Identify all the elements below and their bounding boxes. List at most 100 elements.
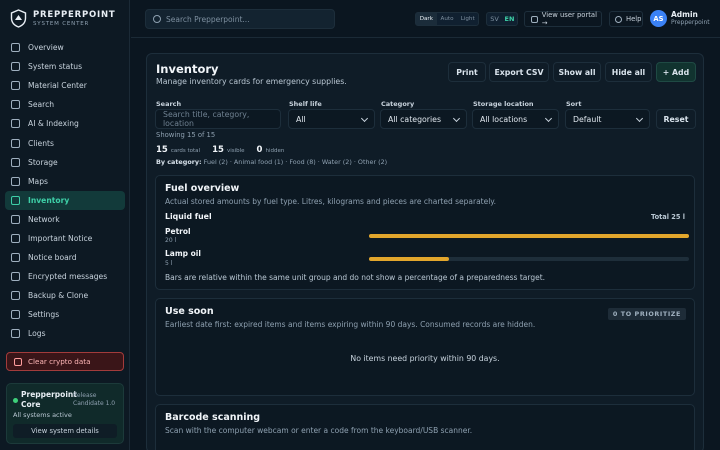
shelf-life-value: All bbox=[296, 114, 306, 124]
total-label: cards total bbox=[170, 148, 201, 154]
sidebar-item-clients[interactable]: Clients bbox=[5, 133, 125, 152]
shelf-life-select[interactable]: All bbox=[288, 109, 375, 129]
lang-sv[interactable]: SV bbox=[487, 15, 502, 23]
help-label: Help bbox=[626, 15, 642, 23]
sidebar-item-label: Overview bbox=[28, 43, 64, 53]
sidebar-item-backup-clone[interactable]: Backup & Clone bbox=[5, 286, 125, 305]
sidebar-item-system-status[interactable]: System status bbox=[5, 57, 125, 76]
visible-label: visible bbox=[226, 148, 245, 154]
inventory-icon bbox=[11, 195, 20, 205]
core-name: Prepperpoint Core bbox=[21, 390, 77, 409]
location-value: All locations bbox=[480, 114, 528, 124]
lang-en[interactable]: EN bbox=[502, 15, 517, 23]
clear-crypto-label: Clear crypto data bbox=[28, 357, 91, 366]
theme-light[interactable]: Light bbox=[457, 13, 478, 25]
sidebar-item-storage[interactable]: Storage bbox=[5, 153, 125, 172]
sidebar-item-label: Notice board bbox=[28, 253, 77, 263]
sidebar-item-label: Material Center bbox=[28, 81, 87, 91]
clear-crypto-button[interactable]: Clear crypto data bbox=[6, 352, 124, 371]
map-icon bbox=[11, 176, 20, 186]
fuel-note: Bars are relative within the same unit g… bbox=[165, 273, 546, 282]
storage-location-select[interactable]: All locations bbox=[472, 109, 559, 129]
visible-count: 15 bbox=[212, 145, 224, 155]
sidebar-item-settings[interactable]: Settings bbox=[5, 305, 125, 324]
shelf-life-label: Shelf life bbox=[289, 100, 322, 108]
hidden-count: 0 bbox=[256, 145, 263, 155]
shield-logo-icon bbox=[10, 9, 27, 28]
sidebar-item-overview[interactable]: Overview bbox=[5, 38, 125, 57]
chevron-down-icon bbox=[360, 114, 369, 123]
help-icon bbox=[615, 15, 622, 23]
view-system-details-button[interactable]: View system details bbox=[13, 424, 117, 438]
by-category-values: Fuel (2) · Animal food (1) · Food (8) · … bbox=[203, 158, 388, 166]
chevron-down-icon bbox=[635, 114, 644, 123]
sidebar-item-label: Network bbox=[28, 214, 60, 224]
sidebar-item-label: Search bbox=[28, 100, 55, 110]
sidebar-item-label: Backup & Clone bbox=[28, 291, 89, 301]
theme-auto[interactable]: Auto bbox=[437, 13, 458, 25]
sidebar-item-label: Settings bbox=[28, 310, 60, 320]
user-name: Admin bbox=[671, 10, 698, 19]
sidebar-item-label: Inventory bbox=[28, 195, 70, 205]
fuel-overview-title: Fuel overview bbox=[165, 183, 240, 194]
category-select[interactable]: All categories bbox=[380, 109, 467, 129]
hidden-label: hidden bbox=[265, 148, 285, 154]
portal-label: View user portal → bbox=[541, 11, 597, 27]
fuel-group-name: Liquid fuel bbox=[165, 212, 212, 221]
sidebar-item-encrypted-messages[interactable]: Encrypted messages bbox=[5, 267, 125, 286]
global-search-input[interactable]: Search Prepperpoint... bbox=[145, 9, 335, 29]
use-soon-subtitle: Earliest date first: expired items and i… bbox=[165, 320, 536, 329]
fuel-item-name: Lamp oil bbox=[165, 249, 201, 258]
sidebar-nav: Overview System status Material Center Sear… bbox=[5, 38, 125, 344]
sort-select[interactable]: Default bbox=[565, 109, 650, 129]
show-all-button[interactable]: Show all bbox=[553, 62, 601, 82]
core-status-card: Prepperpoint Core Release Candidate 1.0 … bbox=[6, 383, 124, 444]
copy-icon bbox=[11, 291, 20, 301]
sidebar-item-notice-board[interactable]: Notice board bbox=[5, 248, 125, 267]
add-button[interactable]: + Add bbox=[656, 62, 696, 82]
sidebar-item-important-notice[interactable]: Important Notice bbox=[5, 229, 125, 248]
view-user-portal-button[interactable]: View user portal → bbox=[524, 11, 602, 27]
sidebar-item-label: Maps bbox=[28, 176, 48, 186]
inventory-search-input[interactable]: Search title, category, location bbox=[155, 109, 281, 129]
page-title: Inventory bbox=[156, 62, 219, 76]
fuel-group-total: Total 25 l bbox=[650, 213, 685, 221]
sidebar-item-inventory[interactable]: Inventory bbox=[5, 190, 125, 210]
prioritize-badge: 0 TO PRIORITIZE bbox=[607, 308, 686, 320]
theme-dark[interactable]: Dark bbox=[416, 13, 437, 25]
avatar[interactable]: AS bbox=[650, 10, 667, 27]
barcode-title: Barcode scanning bbox=[165, 412, 261, 423]
sidebar-item-search[interactable]: Search bbox=[5, 95, 125, 114]
sidebar-item-ai-indexing[interactable]: AI & Indexing bbox=[5, 114, 125, 133]
page-subtitle: Manage inventory cards for emergency sup… bbox=[156, 77, 347, 86]
print-button[interactable]: Print bbox=[448, 62, 486, 82]
sidebar-item-label: AI & Indexing bbox=[28, 119, 79, 129]
fuel-bar-track bbox=[369, 234, 689, 238]
fuel-bar-fill bbox=[369, 257, 449, 261]
clipboard-icon bbox=[11, 253, 20, 263]
sidebar-item-material-center[interactable]: Material Center bbox=[5, 76, 125, 95]
core-status: All systems active bbox=[13, 411, 72, 419]
sidebar-item-label: Logs bbox=[28, 329, 46, 339]
sidebar-item-label: Clients bbox=[28, 138, 54, 148]
sidebar-item-maps[interactable]: Maps bbox=[5, 172, 125, 191]
chevron-down-icon bbox=[452, 114, 461, 123]
sidebar: PREPPERPOINT SYSTEM CENTER Overview Syste… bbox=[0, 0, 130, 450]
sidebar-item-label: Storage bbox=[28, 157, 58, 167]
by-category: By category: Fuel (2) · Animal food (1) … bbox=[156, 158, 387, 166]
category-value: All categories bbox=[388, 114, 442, 124]
core-release: Release Candidate 1.0 bbox=[73, 392, 116, 407]
export-csv-button[interactable]: Export CSV bbox=[489, 62, 549, 82]
users-icon bbox=[11, 138, 20, 148]
hide-all-button[interactable]: Hide all bbox=[605, 62, 652, 82]
search-icon bbox=[153, 15, 161, 23]
sparkle-icon bbox=[11, 119, 20, 129]
sidebar-item-logs[interactable]: Logs bbox=[5, 324, 125, 343]
file-icon bbox=[11, 329, 20, 339]
sidebar-item-label: Important Notice bbox=[28, 233, 93, 243]
help-button[interactable]: Help bbox=[609, 11, 643, 27]
reset-button[interactable]: Reset bbox=[656, 109, 696, 129]
brand-subtitle: SYSTEM CENTER bbox=[33, 21, 90, 27]
sidebar-item-network[interactable]: Network bbox=[5, 210, 125, 229]
fuel-item-amount: 5 l bbox=[165, 260, 173, 267]
